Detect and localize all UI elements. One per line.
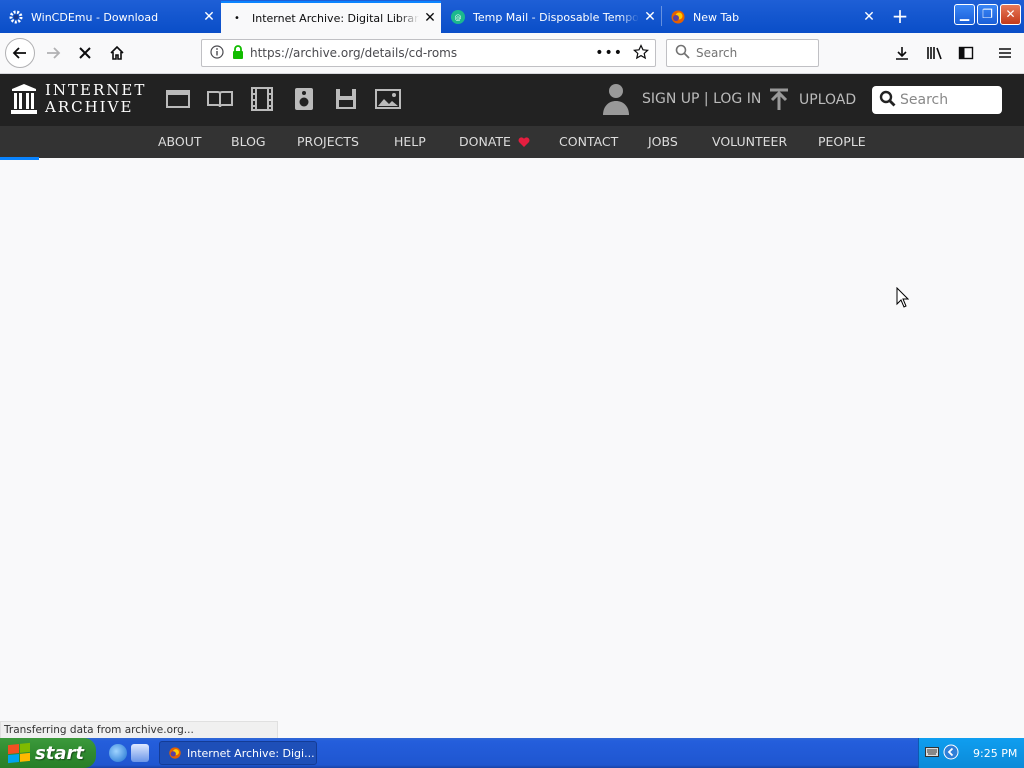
web-icon[interactable] <box>165 86 191 112</box>
system-tray: 9:25 PM <box>918 738 1024 768</box>
page-load-progress <box>0 157 39 160</box>
library-button[interactable] <box>920 38 950 68</box>
internet-explorer-icon[interactable] <box>109 744 127 762</box>
search-icon <box>879 90 896 111</box>
status-panel: Transferring data from archive.org... <box>0 721 278 739</box>
video-icon[interactable] <box>249 86 275 112</box>
arrow-left-icon <box>12 47 26 59</box>
taskbar-window-button[interactable]: Internet Archive: Digi... <box>159 741 317 765</box>
audio-icon[interactable] <box>291 86 317 112</box>
info-icon[interactable] <box>210 44 224 62</box>
tab-title: Internet Archive: Digital Library of <box>252 11 419 25</box>
home-icon <box>110 45 124 60</box>
images-icon[interactable] <box>375 86 401 112</box>
download-icon <box>896 47 908 60</box>
clock: 9:25 PM <box>973 746 1018 760</box>
gear-icon <box>8 9 24 25</box>
upload-icon <box>770 88 788 110</box>
ia-search-input[interactable]: Search <box>872 86 1002 114</box>
keyboard-icon[interactable] <box>925 746 939 760</box>
chevron-left-icon[interactable] <box>943 744 959 763</box>
ia-nav-bar: ABOUT BLOG PROJECTS HELP DONATE CONTACT … <box>0 126 1024 158</box>
tab-new-tab[interactable]: New Tab ✕ <box>662 1 880 33</box>
software-icon[interactable] <box>333 86 359 112</box>
taskbar-window-title: Internet Archive: Digi... <box>187 746 315 760</box>
close-tab-icon[interactable]: ✕ <box>858 9 880 25</box>
heart-icon <box>518 137 530 147</box>
forward-button[interactable] <box>38 38 68 68</box>
back-button[interactable] <box>5 38 35 68</box>
nav-blog[interactable]: BLOG <box>231 126 266 158</box>
close-tab-icon[interactable]: ✕ <box>639 9 661 25</box>
start-label: start <box>35 742 84 764</box>
sidebar-button[interactable] <box>951 38 981 68</box>
library-icon <box>927 47 942 60</box>
nav-projects[interactable]: PROJECTS <box>297 126 359 158</box>
nav-about[interactable]: ABOUT <box>158 126 202 158</box>
arrow-right-icon <box>47 47 61 59</box>
stop-button[interactable] <box>70 38 100 68</box>
nav-jobs[interactable]: JOBS <box>648 126 678 158</box>
lock-icon[interactable] <box>232 44 244 62</box>
account-area[interactable]: SIGN UP | LOG IN <box>602 82 761 116</box>
firefox-icon <box>169 747 181 759</box>
nav-help[interactable]: HELP <box>394 126 426 158</box>
tab-title: WinCDEmu - Download <box>31 10 159 24</box>
bookmark-star-icon[interactable] <box>633 43 649 63</box>
nav-donate[interactable]: DONATE <box>459 126 530 158</box>
logo-line-2: ARCHIVE <box>45 98 134 116</box>
close-window-button[interactable]: ✕ <box>1000 4 1021 25</box>
upload-label: UPLOAD <box>799 92 857 108</box>
texts-icon[interactable] <box>207 86 233 112</box>
tempmail-icon: @ <box>450 9 466 25</box>
nav-volunteer[interactable]: VOLUNTEER <box>712 126 787 158</box>
menu-button[interactable] <box>990 38 1020 68</box>
restore-button[interactable]: ❐ <box>977 4 998 25</box>
tab-strip: WinCDEmu - Download ✕ • Internet Archive… <box>0 0 1024 33</box>
tab-title: New Tab <box>693 10 740 24</box>
close-tab-icon[interactable]: ✕ <box>419 10 441 26</box>
user-icon <box>603 84 629 115</box>
tab-title: Temp Mail - Disposable Temporary <box>473 10 639 24</box>
home-button[interactable] <box>102 38 132 68</box>
start-button[interactable]: start <box>0 738 96 768</box>
signup-login-link[interactable]: SIGN UP | LOG IN <box>642 91 761 107</box>
ia-search-placeholder: Search <box>900 92 949 108</box>
dot-icon: • <box>234 12 240 24</box>
archive-building-icon <box>11 84 37 114</box>
upload-link[interactable]: UPLOAD <box>768 88 856 112</box>
windows-logo-icon <box>8 742 30 764</box>
show-desktop-icon[interactable] <box>131 744 149 762</box>
tab-wincdemu[interactable]: WinCDEmu - Download ✕ <box>0 1 220 33</box>
svg-text:@: @ <box>455 14 462 22</box>
page-actions-icon[interactable]: ••• <box>595 45 623 61</box>
downloads-button[interactable] <box>887 38 917 68</box>
tab-temp-mail[interactable]: @ Temp Mail - Disposable Temporary ✕ <box>442 1 661 33</box>
nav-donate-label: DONATE <box>459 134 511 149</box>
new-tab-button[interactable]: + <box>888 4 912 28</box>
sidebar-icon <box>958 46 974 60</box>
mouse-cursor-icon <box>896 286 910 312</box>
close-tab-icon[interactable]: ✕ <box>198 9 220 25</box>
ia-logo[interactable]: INTERNET ARCHIVE <box>10 82 146 116</box>
navigation-toolbar: https://archive.org/details/cd-roms ••• … <box>0 33 1024 74</box>
logo-line-1: INTERNET <box>45 81 147 99</box>
nav-people[interactable]: PEOPLE <box>818 126 866 158</box>
ia-header: INTERNET ARCHIVE SIGN UP | LOG IN UPLOAD… <box>0 74 1024 126</box>
url-bar[interactable]: https://archive.org/details/cd-roms ••• <box>201 39 656 67</box>
url-text[interactable]: https://archive.org/details/cd-roms <box>250 46 595 60</box>
search-placeholder: Search <box>696 46 738 60</box>
taskbar: start Internet Archive: Digi... 9:25 PM <box>0 738 1024 768</box>
tab-internet-archive[interactable]: • Internet Archive: Digital Library of ✕ <box>221 1 441 33</box>
search-icon <box>675 44 690 62</box>
minimize-button[interactable]: ▁ <box>954 4 975 25</box>
hamburger-icon <box>999 48 1011 58</box>
nav-contact[interactable]: CONTACT <box>559 126 618 158</box>
firefox-icon <box>670 9 686 25</box>
stop-icon <box>79 47 91 59</box>
browser-search-bar[interactable]: Search <box>666 39 819 67</box>
